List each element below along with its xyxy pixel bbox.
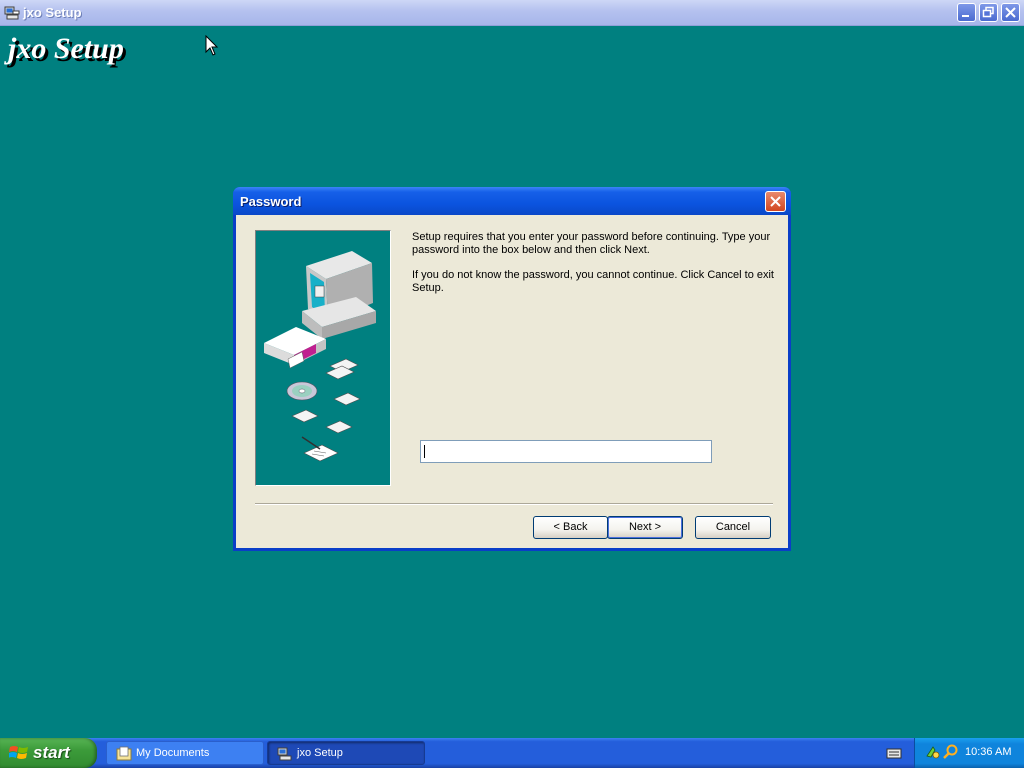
setup-banner-title: jxo Setup: [8, 32, 124, 65]
password-input[interactable]: [420, 440, 712, 463]
back-button[interactable]: < Back: [533, 516, 608, 539]
setup-window-titlebar[interactable]: jxo Setup: [0, 0, 1024, 26]
password-dialog-title: Password: [240, 194, 302, 209]
windows-flag-icon: [9, 746, 28, 759]
dialog-separator: [255, 503, 773, 505]
mouse-cursor-icon: [205, 35, 219, 56]
close-icon: [770, 196, 781, 207]
system-tray: 10:36 AM: [914, 738, 1024, 768]
search-icon[interactable]: [943, 744, 959, 760]
restore-icon: [982, 6, 994, 18]
cd-disc-icon: [286, 381, 318, 401]
restore-button[interactable]: [979, 3, 998, 22]
document-icon: [301, 436, 339, 462]
taskbar-clock: 10:36 AM: [965, 746, 1012, 758]
taskbar-item-label: jxo Setup: [297, 747, 343, 759]
next-button[interactable]: Next >: [607, 516, 683, 539]
setup-app-icon: [4, 5, 20, 21]
password-dialog-titlebar[interactable]: Password: [233, 187, 791, 215]
password-dialog: Password Setup requires that you enter y…: [233, 187, 791, 551]
text-caret: [424, 445, 425, 458]
minimize-icon: [962, 15, 969, 17]
setup-icon: [277, 747, 292, 761]
start-button[interactable]: start: [0, 738, 97, 768]
computer-monitor-icon: [302, 251, 376, 339]
setup-window-title: jxo Setup: [23, 5, 82, 20]
folder-icon: [116, 746, 132, 761]
network-icon[interactable]: [925, 744, 941, 760]
taskbar-item-my-documents[interactable]: My Documents: [106, 741, 264, 765]
close-window-button[interactable]: [1001, 3, 1020, 22]
taskbar: start My Documents jxo Setup: [0, 738, 1024, 768]
taskbar-item-jxo-setup[interactable]: jxo Setup: [267, 741, 425, 765]
password-warning-text: If you do not know the password, you can…: [412, 269, 774, 294]
keyboard-icon[interactable]: [886, 746, 902, 760]
close-icon: [1005, 7, 1016, 18]
start-label: start: [33, 743, 70, 762]
setup-illustration: [255, 230, 391, 486]
cancel-button[interactable]: Cancel: [695, 516, 771, 539]
minimize-button[interactable]: [957, 3, 976, 22]
dialog-close-button[interactable]: [765, 191, 786, 212]
taskbar-item-label: My Documents: [136, 747, 210, 759]
password-dialog-body: Setup requires that you enter your passw…: [236, 215, 788, 548]
diskette-icon: [325, 358, 359, 380]
password-instructions-text: Setup requires that you enter your passw…: [412, 231, 771, 256]
